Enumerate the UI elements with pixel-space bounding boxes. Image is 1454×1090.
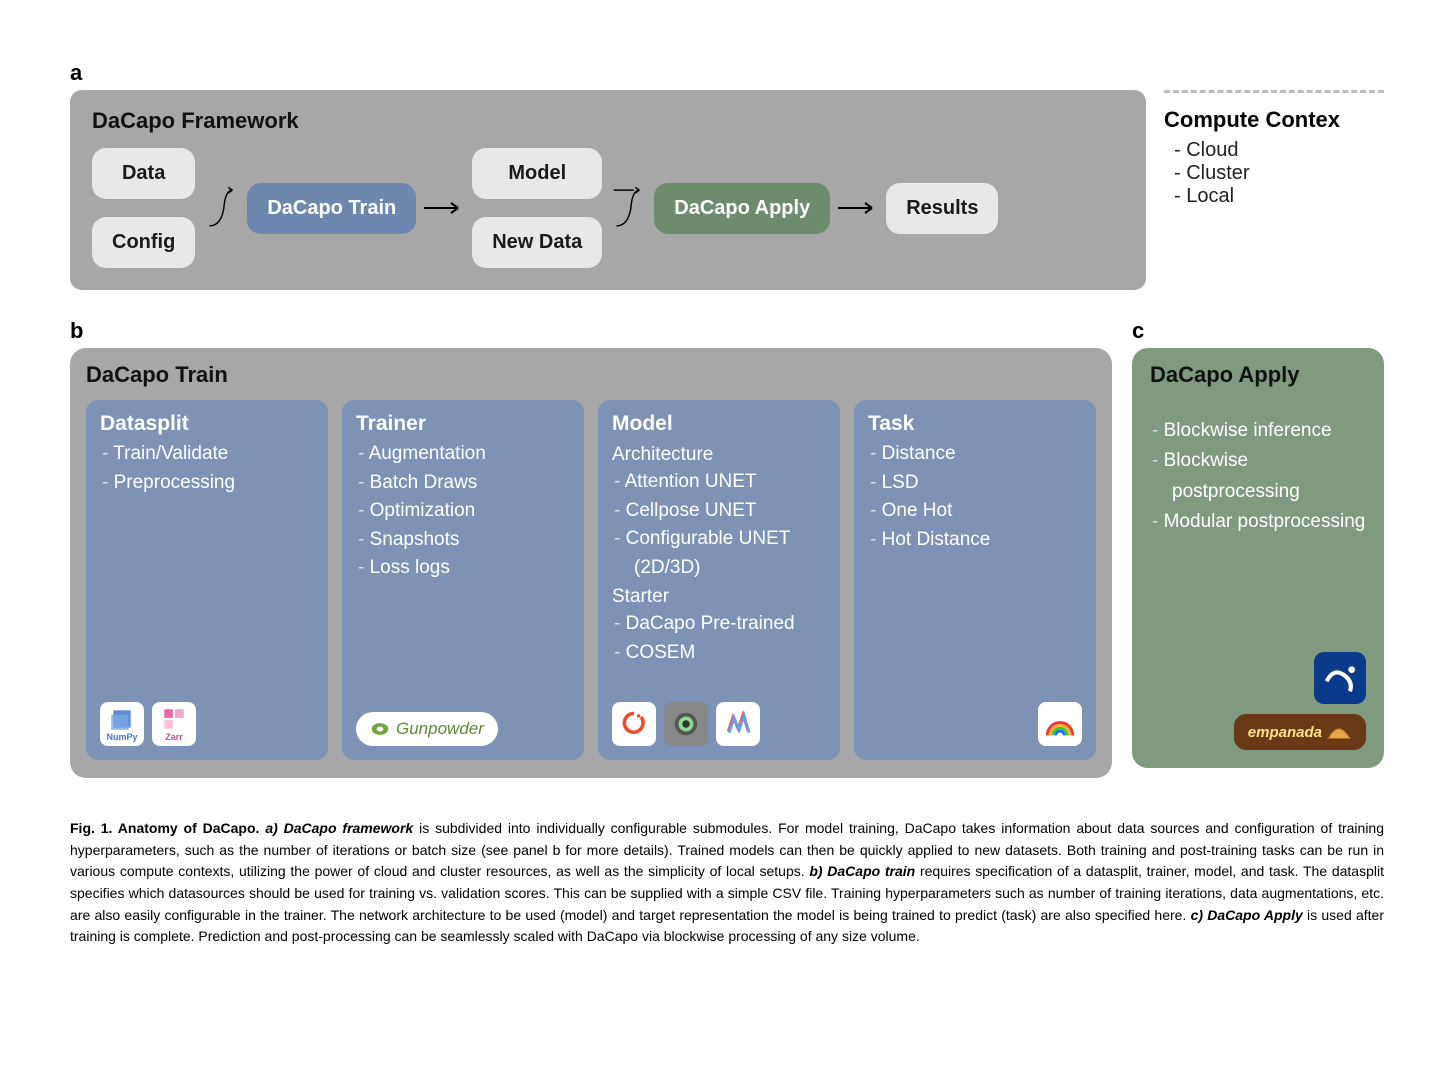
card-task: Task Distance LSD One Hot Hot Distance [854, 400, 1096, 760]
apply-title: DaCapo Apply [1150, 362, 1366, 388]
card-datasplit: Datasplit Train/Validate Preprocessing N… [86, 400, 328, 760]
list-item: Batch Draws [378, 469, 570, 498]
empanada-icon: empanada [1234, 714, 1366, 750]
arrow-model-to-apply [608, 183, 648, 233]
arrow-data-to-train [201, 183, 241, 233]
list-item: Hot Distance [890, 526, 1082, 555]
list-item: Augmentation [378, 440, 570, 469]
apply-box: DaCapo Apply Blockwise inference Blockwi… [1132, 348, 1384, 768]
list-item: Attention UNET [634, 468, 826, 497]
chip-model: Model [472, 148, 602, 199]
panel-b: b DaCapo Train Datasplit Train/Validate … [70, 318, 1112, 778]
chip-results: Results [886, 183, 998, 234]
panel-b-label: b [70, 318, 1112, 344]
list-item: Blockwise inference [1172, 416, 1366, 446]
card-subtitle: Architecture [612, 444, 826, 466]
caption-figlabel: Fig. 1. Anatomy of DaCapo. [70, 820, 259, 836]
train-title: DaCapo Train [86, 362, 1096, 388]
arrow-apply-to-results [836, 196, 880, 220]
chip-data: Data [92, 148, 195, 199]
compute-title: Compute Contex [1164, 107, 1384, 133]
scipy-icon [1314, 652, 1366, 704]
caption-b-label: b) DaCapo train [809, 863, 915, 879]
arrow-train-to-model [422, 196, 466, 220]
card-model: Model Architecture Attention UNET Cellpo… [598, 400, 840, 760]
framework-box: DaCapo Framework Data Config DaCapo Trai… [70, 90, 1146, 290]
card-subtitle: Starter [612, 586, 826, 608]
list-item: Configurable UNET (2D/3D) [634, 525, 826, 582]
zarr-icon: Zarr [152, 702, 196, 746]
card-title: Datasplit [100, 412, 314, 436]
compute-context: Compute Contex Cloud Cluster Local [1164, 90, 1384, 208]
card-title: Task [868, 412, 1082, 436]
panel-c-label: c [1132, 318, 1384, 344]
list-item: Cellpose UNET [634, 497, 826, 526]
panel-a: a DaCapo Framework Data Config DaCapo Tr… [70, 60, 1384, 290]
list-item: One Hot [890, 497, 1082, 526]
card-trainer: Trainer Augmentation Batch Draws Optimiz… [342, 400, 584, 760]
list-item: Distance [890, 440, 1082, 469]
list-item: DaCapo Pre-trained [634, 610, 826, 639]
card-title: Trainer [356, 412, 570, 436]
framework-title: DaCapo Framework [92, 108, 1124, 134]
card-title: Model [612, 412, 826, 436]
train-box: DaCapo Train Datasplit Train/Validate Pr… [70, 348, 1112, 778]
numpy-icon: NumPy [100, 702, 144, 746]
chip-config: Config [92, 217, 195, 268]
list-item: COSEM [634, 639, 826, 668]
chip-newdata: New Data [472, 217, 602, 268]
list-item: LSD [890, 469, 1082, 498]
rainbow-icon [1038, 702, 1082, 746]
list-item: Blockwise postprocessing [1172, 446, 1366, 507]
list-item: Preprocessing [122, 469, 314, 498]
gunpowder-icon: Gunpowder [356, 712, 498, 746]
compute-list: Cloud Cluster Local [1164, 139, 1384, 208]
cellpose-icon [664, 702, 708, 746]
compute-item: Local [1192, 185, 1384, 208]
compute-item: Cloud [1192, 139, 1384, 162]
panel-a-label: a [70, 60, 1384, 86]
list-item: Optimization [378, 497, 570, 526]
list-item: Loss logs [378, 554, 570, 583]
neuroglancer-icon [716, 702, 760, 746]
caption-c-label: c) DaCapo Apply [1191, 907, 1303, 923]
chip-dacapo-apply: DaCapo Apply [654, 183, 830, 234]
list-item: Train/Validate [122, 440, 314, 469]
caption-a-label: a) DaCapo framework [265, 820, 413, 836]
compute-item: Cluster [1192, 162, 1384, 185]
list-item: Modular postprocessing [1172, 507, 1366, 537]
chip-dacapo-train: DaCapo Train [247, 183, 416, 234]
flow-row: Data Config DaCapo Train Model New Data … [92, 148, 1124, 268]
pytorch-icon [612, 702, 656, 746]
panel-c: c DaCapo Apply Blockwise inference Block… [1132, 318, 1384, 768]
figure-caption: Fig. 1. Anatomy of DaCapo. a) DaCapo fra… [70, 818, 1384, 948]
list-item: Snapshots [378, 526, 570, 555]
